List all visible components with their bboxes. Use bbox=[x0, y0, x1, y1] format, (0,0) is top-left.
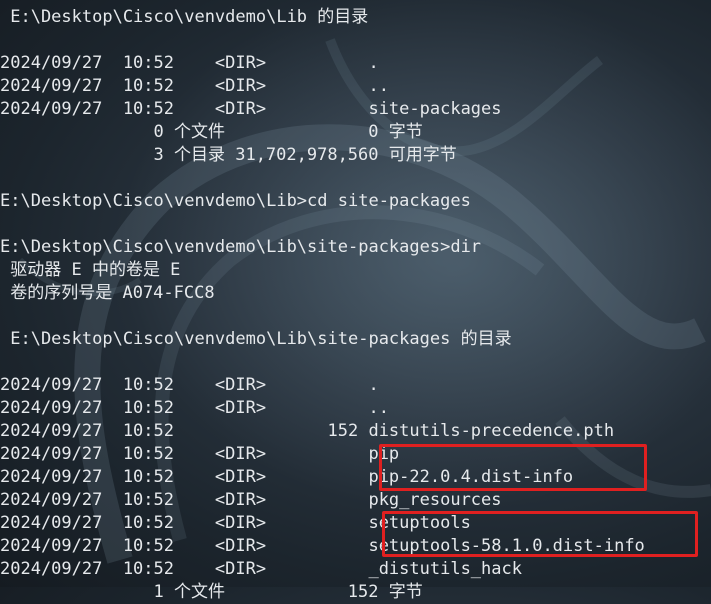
terminal-line: 2024/09/27 10:52 <DIR> setuptools-58.1.0… bbox=[0, 536, 645, 556]
terminal-line: 驱动器 E 中的卷是 E bbox=[0, 260, 181, 280]
terminal-line: 0 个文件 0 字节 bbox=[0, 122, 423, 142]
terminal-output: E:\Desktop\Cisco\venvdemo\Lib 的目录 2024/0… bbox=[0, 0, 711, 602]
terminal-line: E:\Desktop\Cisco\venvdemo\Lib\site-packa… bbox=[0, 329, 512, 349]
terminal-line: 卷的序列号是 A074-FCC8 bbox=[0, 283, 215, 303]
terminal-line: E:\Desktop\Cisco\venvdemo\Lib 的目录 bbox=[0, 7, 369, 27]
terminal-line: 2024/09/27 10:52 <DIR> _distutils_hack bbox=[0, 559, 522, 579]
terminal-line: 2024/09/27 10:52 <DIR> pkg_resources bbox=[0, 490, 502, 510]
terminal-line: 3 个目录 31,702,978,560 可用字节 bbox=[0, 145, 457, 165]
terminal-line: 2024/09/27 10:52 <DIR> .. bbox=[0, 398, 389, 418]
terminal-line: 2024/09/27 10:52 <DIR> setuptools bbox=[0, 513, 471, 533]
terminal-line: 2024/09/27 10:52 152 distutils-precedenc… bbox=[0, 421, 615, 441]
terminal-line: 2024/09/27 10:52 <DIR> site-packages bbox=[0, 99, 502, 119]
terminal-line: E:\Desktop\Cisco\venvdemo\Lib\site-packa… bbox=[0, 237, 482, 257]
terminal-line: 2024/09/27 10:52 <DIR> . bbox=[0, 375, 379, 395]
terminal-line: 2024/09/27 10:52 <DIR> .. bbox=[0, 76, 389, 96]
terminal-line: E:\Desktop\Cisco\venvdemo\Lib>cd site-pa… bbox=[0, 191, 471, 211]
terminal-line: 2024/09/27 10:52 <DIR> pip-22.0.4.dist-i… bbox=[0, 467, 574, 487]
terminal-line: 1 个文件 152 字节 bbox=[0, 582, 423, 602]
terminal-line: 2024/09/27 10:52 <DIR> . bbox=[0, 53, 379, 73]
terminal-line: 2024/09/27 10:52 <DIR> pip bbox=[0, 444, 400, 464]
